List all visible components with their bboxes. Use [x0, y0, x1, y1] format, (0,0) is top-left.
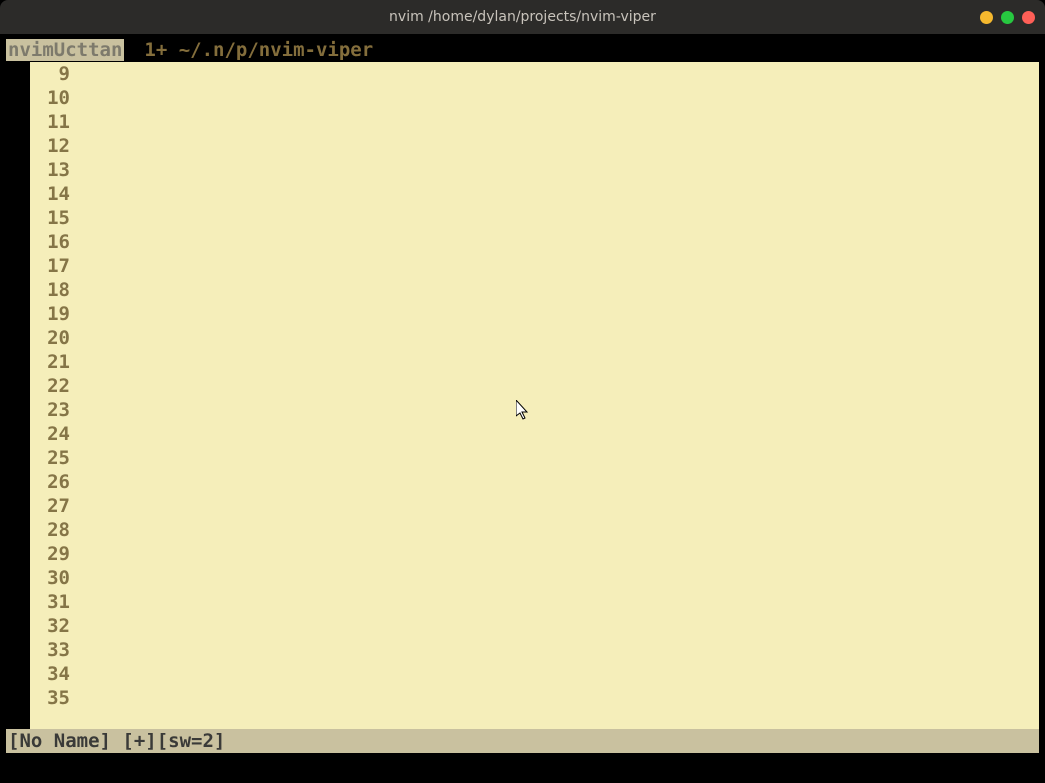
- line-number: 14: [30, 182, 74, 206]
- editor-left-margin: [6, 62, 30, 729]
- line-number: 35: [30, 686, 74, 710]
- line-number: 20: [30, 326, 74, 350]
- line-number: 13: [30, 158, 74, 182]
- command-line[interactable]: [6, 753, 1039, 777]
- line-number: 32: [30, 614, 74, 638]
- line-number: 29: [30, 542, 74, 566]
- line-number: 12: [30, 134, 74, 158]
- statusline: [No Name] [+][sw=2]: [6, 729, 1039, 753]
- line-number: 28: [30, 518, 74, 542]
- line-number: 24: [30, 422, 74, 446]
- line-number: 17: [30, 254, 74, 278]
- maximize-icon[interactable]: [1001, 11, 1014, 24]
- line-number: 19: [30, 302, 74, 326]
- line-number: 9: [30, 62, 74, 86]
- line-number: 16: [30, 230, 74, 254]
- line-number: 10: [30, 86, 74, 110]
- line-number: 33: [30, 638, 74, 662]
- line-number: 27: [30, 494, 74, 518]
- line-number: 26: [30, 470, 74, 494]
- nvim-tabline[interactable]: nvimUcttan 1+ ~/.n/p/nvim-viper: [6, 38, 1039, 62]
- tabline-info: 1+ ~/.n/p/nvim-viper: [144, 39, 373, 61]
- line-number: 30: [30, 566, 74, 590]
- window-controls: [980, 11, 1035, 24]
- line-number: 22: [30, 374, 74, 398]
- minimize-icon[interactable]: [980, 11, 993, 24]
- window-title: nvim /home/dylan/projects/nvim-viper: [389, 9, 656, 25]
- terminal-body: nvimUcttan 1+ ~/.n/p/nvim-viper 91011121…: [0, 34, 1045, 783]
- line-number: 18: [30, 278, 74, 302]
- close-icon[interactable]: [1022, 11, 1035, 24]
- titlebar[interactable]: nvim /home/dylan/projects/nvim-viper: [0, 0, 1045, 34]
- line-number: 23: [30, 398, 74, 422]
- editor-pane[interactable]: 9101112131415161718192021222324252627282…: [30, 62, 1039, 729]
- editor-content[interactable]: [74, 62, 1039, 729]
- editor-area[interactable]: 9101112131415161718192021222324252627282…: [6, 62, 1039, 729]
- line-number: 11: [30, 110, 74, 134]
- line-number: 25: [30, 446, 74, 470]
- line-number: 34: [30, 662, 74, 686]
- terminal-window: nvim /home/dylan/projects/nvim-viper nvi…: [0, 0, 1045, 783]
- tabline-group: nvimUcttan: [6, 39, 124, 61]
- line-number-gutter: 9101112131415161718192021222324252627282…: [30, 62, 74, 729]
- line-number: 31: [30, 590, 74, 614]
- line-number: 15: [30, 206, 74, 230]
- line-number: 21: [30, 350, 74, 374]
